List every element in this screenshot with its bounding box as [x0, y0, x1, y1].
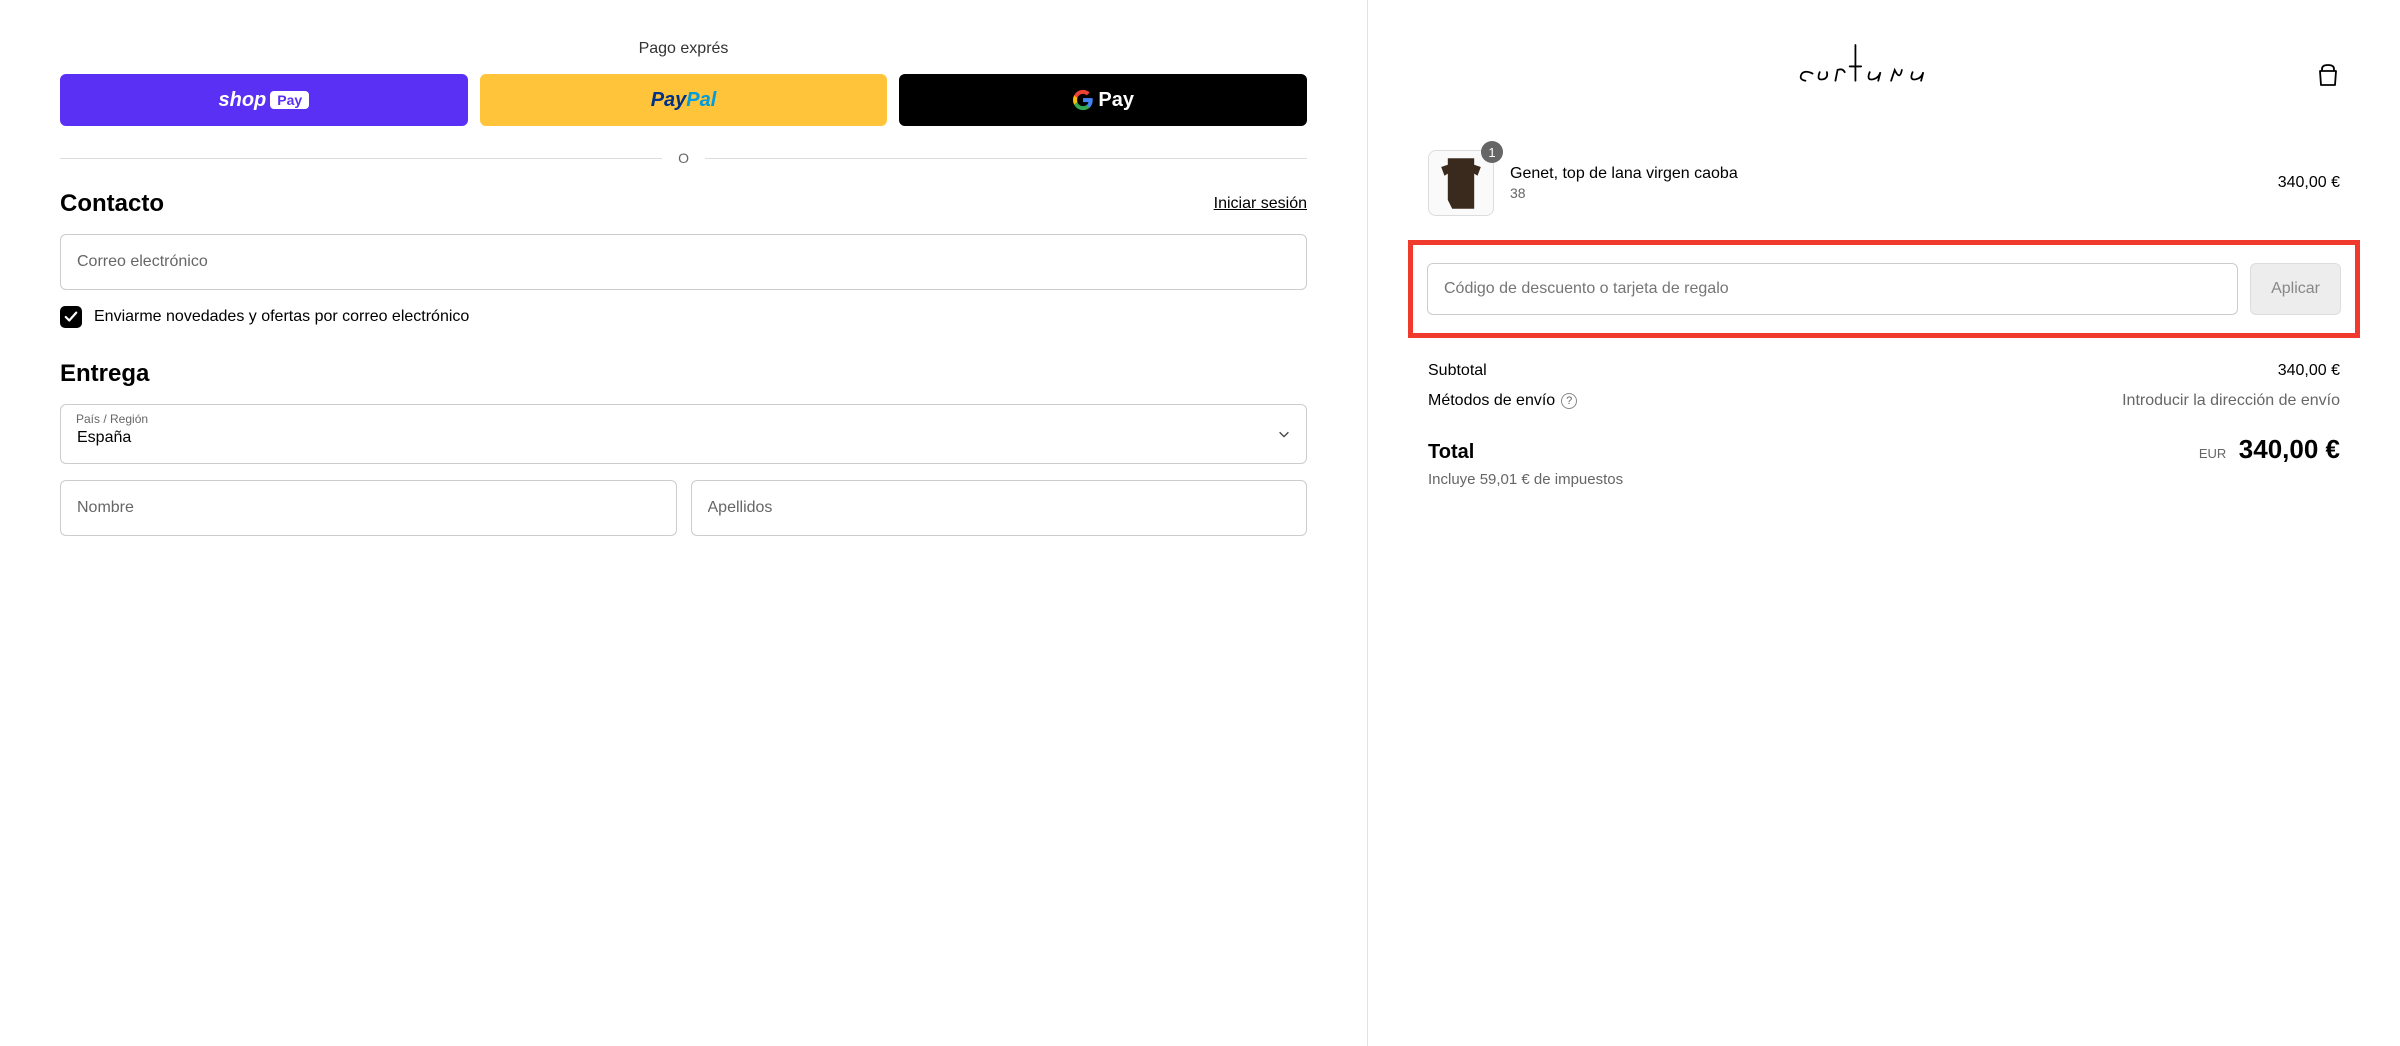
brand-logo: [1452, 40, 2316, 110]
product-thumbnail: 1: [1428, 150, 1494, 216]
newsletter-label: Enviarme novedades y ofertas por correo …: [94, 308, 469, 326]
last-name-input[interactable]: [691, 480, 1308, 536]
total-label: Total: [1428, 441, 1474, 464]
subtotal-label: Subtotal: [1428, 362, 1487, 380]
cortana-script-logo: [1784, 40, 1984, 100]
paypal-pal: Pal: [686, 89, 716, 112]
gpay-text: Pay: [1098, 89, 1134, 112]
discount-code-input[interactable]: [1427, 263, 2238, 315]
email-input[interactable]: [60, 234, 1307, 290]
product-variant: 38: [1510, 185, 2278, 201]
total-amount: 340,00 €: [2239, 434, 2340, 464]
shop-pay-word: shop: [218, 89, 266, 112]
country-select[interactable]: País / Región España: [60, 404, 1307, 464]
tax-note: Incluye 59,01 € de impuestos: [1428, 471, 2340, 488]
contact-heading: Contacto: [60, 190, 164, 218]
paypal-button[interactable]: PayPal: [480, 74, 888, 126]
total-currency: EUR: [2199, 446, 2226, 461]
newsletter-checkbox[interactable]: [60, 306, 82, 328]
country-value: España: [60, 404, 1307, 464]
express-checkout-title: Pago exprés: [60, 40, 1307, 58]
quantity-badge: 1: [1481, 141, 1503, 163]
divider-or: O: [60, 150, 1307, 166]
express-buttons-row: shop Pay PayPal Pay: [60, 74, 1307, 126]
shipping-hint: Introducir la dirección de envío: [2122, 392, 2340, 410]
check-icon: [64, 310, 78, 324]
product-name: Genet, top de lana virgen caoba: [1510, 165, 2278, 183]
country-label: País / Región: [76, 412, 148, 426]
info-icon[interactable]: ?: [1561, 393, 1577, 409]
subtotal-value: 340,00 €: [2278, 362, 2340, 380]
shipping-label: Métodos de envío: [1428, 392, 1555, 410]
apply-discount-button[interactable]: Aplicar: [2250, 263, 2341, 315]
google-pay-button[interactable]: Pay: [899, 74, 1307, 126]
paypal-pay: Pay: [651, 89, 687, 112]
product-price: 340,00 €: [2278, 174, 2340, 192]
login-link[interactable]: Iniciar sesión: [1214, 195, 1307, 213]
shop-pay-badge: Pay: [270, 91, 309, 109]
google-icon: [1072, 89, 1094, 111]
delivery-heading: Entrega: [60, 360, 1307, 388]
first-name-input[interactable]: [60, 480, 677, 536]
product-image: [1439, 156, 1483, 211]
shop-pay-button[interactable]: shop Pay: [60, 74, 468, 126]
cart-bag-icon[interactable]: [2316, 63, 2340, 87]
cart-item-row: 1 Genet, top de lana virgen caoba 38 340…: [1428, 150, 2340, 216]
discount-section-highlight: Aplicar: [1408, 240, 2360, 338]
